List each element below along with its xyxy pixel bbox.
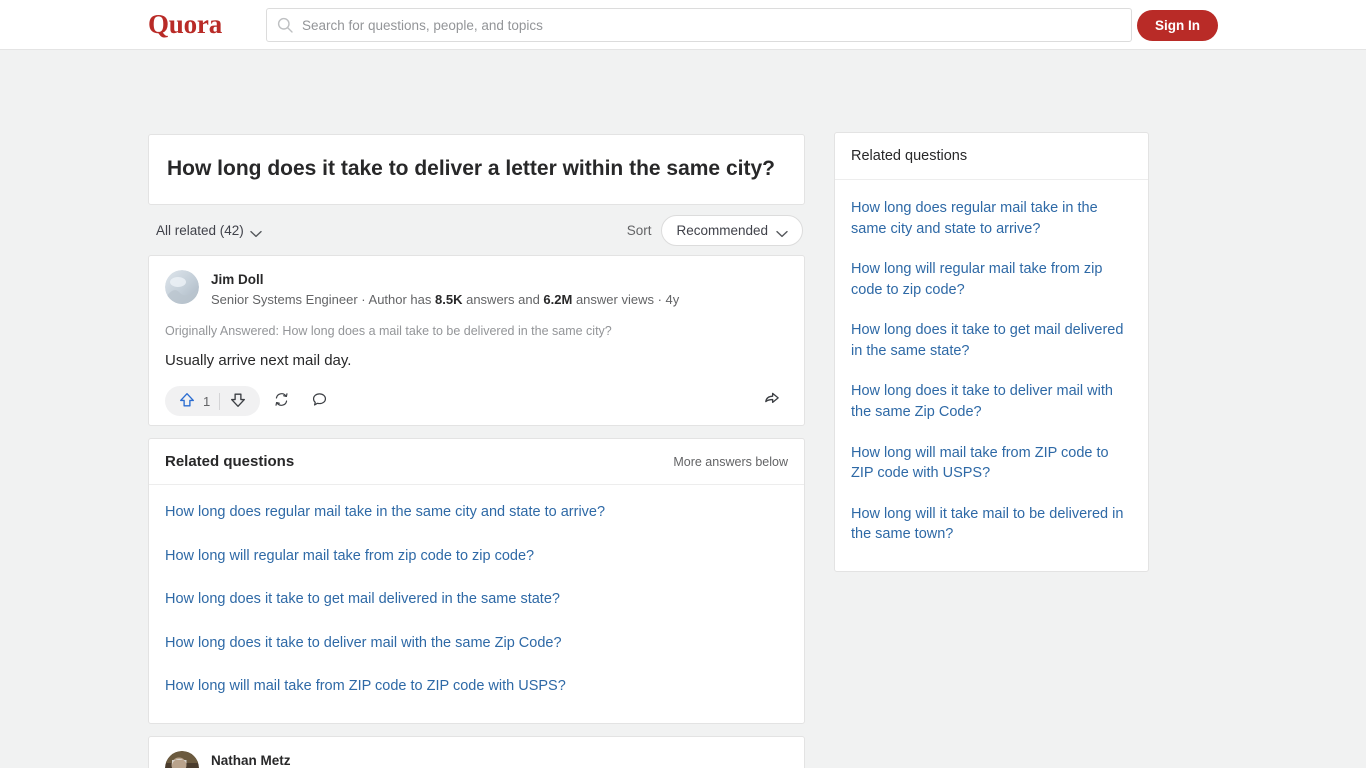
rail-question-link[interactable]: How long does it take to deliver mail wi… (851, 371, 1132, 432)
answer-author-row: Nathan Metz Line Cook, Chef at Retired (… (165, 750, 788, 768)
chevron-down-icon (250, 226, 262, 238)
sort-value: Recommended (676, 222, 768, 238)
page-body: How long does it take to deliver a lette… (0, 50, 1366, 768)
answers-count: 8.5K (435, 291, 463, 307)
related-question-link[interactable]: How long will regular mail take from zip… (165, 535, 788, 579)
author-meta: Nathan Metz Line Cook, Chef at Retired (… (211, 751, 788, 768)
sort-dropdown[interactable]: Recommended (661, 214, 803, 246)
search-icon (277, 17, 293, 33)
author-meta: Jim Doll Senior Systems Engineer · Autho… (211, 270, 788, 309)
all-related-dropdown[interactable]: All related (42) (156, 223, 262, 238)
upvote-count: 1 (203, 393, 211, 409)
credential-mid: answers and (462, 291, 544, 307)
search-input[interactable] (302, 17, 1121, 33)
author-name[interactable]: Nathan Metz (211, 752, 788, 768)
page-title: How long does it take to deliver a lette… (167, 157, 775, 180)
downvote-arrow-icon (229, 391, 247, 412)
related-questions-list: How long does regular mail take in the s… (149, 485, 804, 723)
share-arrow-icon (762, 390, 781, 412)
related-questions-block: Related questions More answers below How… (148, 438, 805, 724)
sort-area: Sort Recommended (626, 214, 803, 246)
related-question-link[interactable]: How long does regular mail take in the s… (165, 491, 788, 535)
rail-question-link[interactable]: How long does regular mail take in the s… (851, 188, 1132, 249)
credential-suffix: answer views · 4y (572, 291, 680, 307)
rail-question-link[interactable]: How long does it take to get mail delive… (851, 310, 1132, 371)
avatar[interactable] (165, 270, 199, 305)
answer-card: Nathan Metz Line Cook, Chef at Retired (… (148, 735, 805, 768)
avatar[interactable] (165, 750, 199, 768)
rail-question-link[interactable]: How long will it take mail to be deliver… (851, 494, 1132, 555)
answer-body: Usually arrive next mail day. (165, 351, 352, 369)
site-header: Quora Sign In (0, 0, 1366, 50)
share-button[interactable] (754, 386, 788, 416)
rail-list: How long does regular mail take in the s… (835, 180, 1148, 571)
related-questions-title: Related questions (165, 453, 295, 471)
search-bar[interactable] (266, 8, 1132, 42)
rail-title: Related questions (851, 148, 968, 164)
related-question-link[interactable]: How long will mail take from ZIP code to… (165, 665, 788, 709)
more-answers-below-label: More answers below (673, 454, 788, 469)
related-questions-header: Related questions More answers below (149, 439, 804, 486)
repost-button[interactable] (264, 386, 298, 416)
repost-icon (273, 391, 290, 411)
quora-logo[interactable]: Quora (148, 9, 222, 40)
rail-question-link[interactable]: How long will regular mail take from zip… (851, 249, 1132, 310)
upvote-arrow-icon (178, 391, 196, 412)
rail-header: Related questions (835, 133, 1148, 180)
related-question-link[interactable]: How long does it take to deliver mail wi… (165, 622, 788, 666)
all-related-label: All related (42) (156, 222, 244, 238)
author-name[interactable]: Jim Doll (211, 271, 788, 289)
comment-bubble-icon (311, 391, 328, 411)
question-card: How long does it take to deliver a lette… (148, 134, 805, 206)
answer-card: Jim Doll Senior Systems Engineer · Autho… (148, 255, 805, 427)
related-question-link[interactable]: How long does it take to get mail delive… (165, 578, 788, 622)
author-credentials: Senior Systems Engineer · Author has 8.5… (211, 290, 788, 310)
answer-filter-bar: All related (42) Sort Recommended (148, 205, 805, 255)
main-column: How long does it take to deliver a lette… (148, 134, 805, 768)
comment-button[interactable] (302, 386, 336, 416)
sign-in-button[interactable]: Sign In (1137, 10, 1218, 41)
originally-answered-note: Originally Answered: How long does a mai… (165, 324, 612, 339)
rail-question-link[interactable]: How long will mail take from ZIP code to… (851, 433, 1132, 494)
answer-actions-left: 1 (165, 386, 336, 417)
answer-author-row: Jim Doll Senior Systems Engineer · Autho… (165, 270, 788, 309)
downvote-button[interactable] (220, 387, 256, 415)
related-questions-rail: Related questions How long does regular … (834, 132, 1149, 572)
sort-label: Sort (626, 222, 652, 238)
answer-actions: 1 (165, 385, 788, 417)
chevron-down-icon (776, 226, 788, 238)
credential-prefix: Senior Systems Engineer · Author has (211, 291, 436, 307)
upvote-button[interactable]: 1 (169, 387, 219, 415)
views-count: 6.2M (543, 291, 573, 307)
vote-pill: 1 (165, 386, 261, 417)
